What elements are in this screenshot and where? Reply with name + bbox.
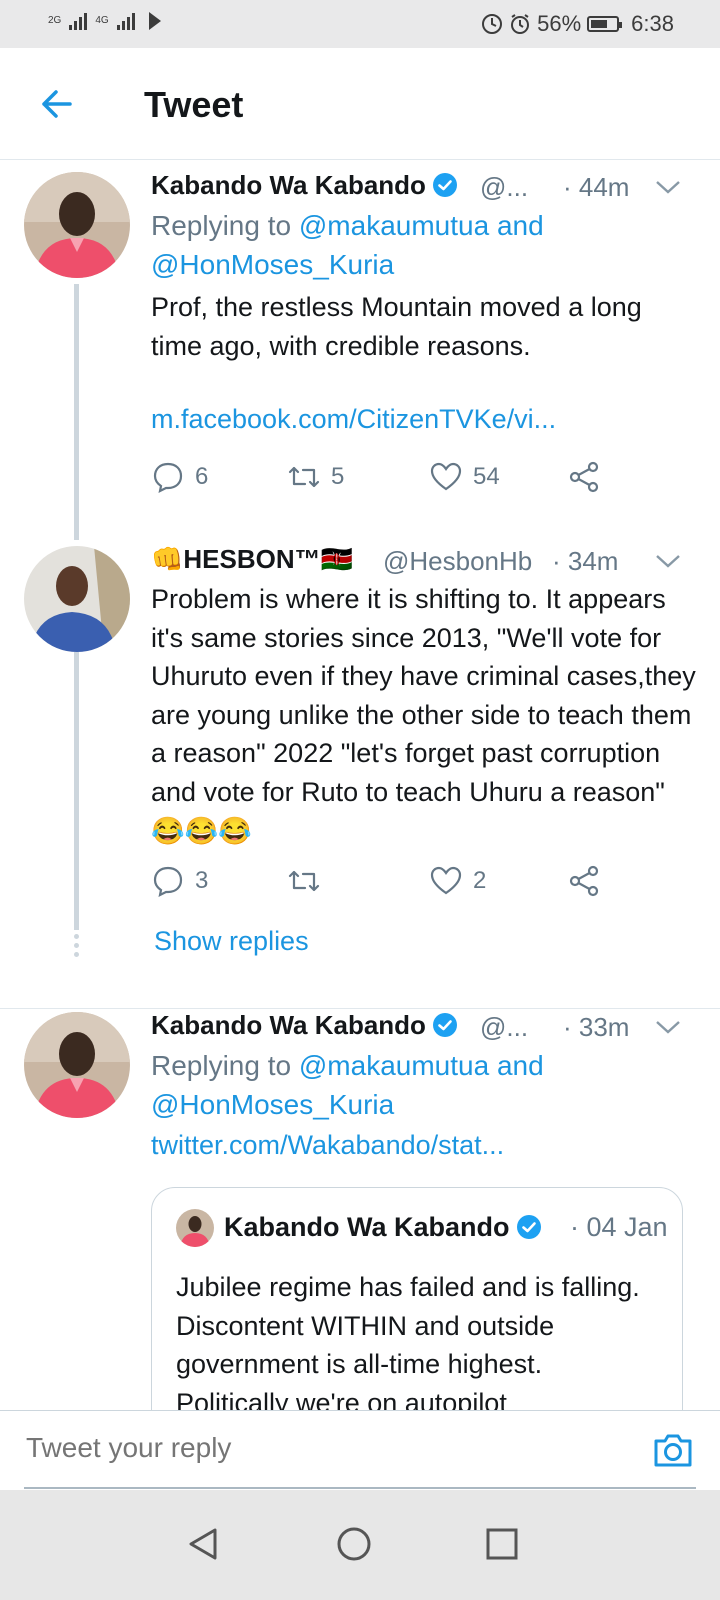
- reply-composer: [0, 1410, 720, 1491]
- share-button[interactable]: [567, 460, 601, 494]
- tweet-link[interactable]: twitter.com/Wakabando/stat...: [151, 1130, 504, 1161]
- reply-button[interactable]: 3: [151, 864, 208, 898]
- retweet-button[interactable]: 5: [287, 460, 344, 494]
- author-name[interactable]: Kabando Wa Kabando: [151, 1010, 458, 1041]
- tweet-text: Problem is where it is shifting to. It a…: [151, 584, 696, 846]
- tweet-actions: 6 5 54: [151, 460, 611, 500]
- avatar[interactable]: [24, 172, 130, 278]
- reply-icon: [153, 866, 183, 897]
- like-count: 2: [473, 867, 487, 894]
- nav-recents-icon[interactable]: [482, 1524, 522, 1564]
- alarm-icon: [511, 14, 530, 34]
- reply-count: 6: [195, 463, 209, 490]
- thread-line: [74, 284, 79, 540]
- chevron-down-icon[interactable]: [655, 179, 681, 195]
- quoted-time: · 04 Jan: [570, 1212, 668, 1242]
- share-icon: [569, 461, 599, 493]
- reply-input[interactable]: [24, 1431, 588, 1465]
- heart-icon: [430, 866, 462, 895]
- camera-icon[interactable]: [652, 1429, 694, 1471]
- author-name[interactable]: 👊HESBON™🇰🇪: [151, 544, 353, 575]
- like-count: 54: [473, 463, 500, 490]
- chevron-down-icon[interactable]: [655, 553, 681, 569]
- tweet-time: · 33m: [563, 1012, 630, 1042]
- system-nav-bar: [0, 1490, 720, 1600]
- share-icon: [569, 865, 599, 897]
- status-bar: 2G 4G 56% 6:38: [0, 0, 720, 48]
- tweet-3[interactable]: Kabando Wa Kabando @... · 33m Replying t…: [0, 1010, 720, 1410]
- verified-badge-icon: [516, 1215, 541, 1239]
- like-button[interactable]: 54: [429, 460, 500, 494]
- chevron-down-icon[interactable]: [655, 1019, 681, 1035]
- replying-to: Replying to @makaumutua and @HonMoses_Ku…: [151, 206, 671, 284]
- replying-prefix: Replying to: [151, 1050, 292, 1081]
- author-handle[interactable]: @...: [480, 172, 528, 203]
- verified-badge-icon: [432, 173, 457, 197]
- signal-icon-2: [116, 12, 135, 30]
- retweet-icon: [288, 466, 320, 488]
- tweet-time: · 44m: [563, 172, 630, 202]
- avatar[interactable]: [24, 546, 130, 652]
- tweet-feed[interactable]: Kabando Wa Kabando @... · 44m Replying t…: [0, 160, 720, 1410]
- like-button[interactable]: 2: [429, 864, 486, 898]
- avatar[interactable]: [24, 1012, 130, 1118]
- author-handle[interactable]: @...: [480, 1012, 528, 1043]
- quoted-author: Kabando Wa Kabando: [224, 1212, 542, 1243]
- replying-to: Replying to @makaumutua and @HonMoses_Ku…: [151, 1046, 671, 1124]
- data-saver-icon: [482, 14, 503, 34]
- heart-icon: [430, 462, 462, 491]
- divider: [0, 1008, 720, 1009]
- tweet-2[interactable]: 👊HESBON™🇰🇪 @HesbonHb · 34m Problem is wh…: [0, 540, 720, 990]
- thread-line: [74, 652, 79, 930]
- quoted-avatar: [176, 1209, 214, 1247]
- sim1-label: 2G: [48, 15, 62, 26]
- nav-back-icon[interactable]: [183, 1524, 223, 1564]
- tweet-link[interactable]: m.facebook.com/CitizenTVKe/vi...: [151, 404, 556, 435]
- tweet-time: · 34m: [552, 546, 619, 576]
- battery-icon: [587, 16, 623, 32]
- reply-button[interactable]: 6: [151, 460, 208, 494]
- share-button[interactable]: [567, 864, 601, 898]
- status-right: 56% 6:38: [481, 11, 674, 37]
- signal-icon: [69, 12, 88, 30]
- battery-percent: 56%: [537, 11, 582, 36]
- replying-prefix: Replying to: [151, 210, 292, 241]
- tweet-actions: 3 2: [151, 864, 611, 904]
- reply-count: 3: [195, 867, 209, 894]
- clock: 6:38: [631, 11, 674, 36]
- retweet-count: 5: [331, 463, 345, 490]
- arrow-left-icon[interactable]: [36, 84, 76, 124]
- tweet-1[interactable]: Kabando Wa Kabando @... · 44m Replying t…: [0, 160, 720, 540]
- author-handle[interactable]: @HesbonHb: [383, 546, 532, 577]
- quoted-author-name: Kabando Wa Kabando: [224, 1212, 510, 1242]
- input-underline: [24, 1487, 696, 1489]
- retweet-button[interactable]: [287, 864, 331, 898]
- verified-badge-icon: [432, 1013, 457, 1037]
- show-replies-link[interactable]: Show replies: [154, 926, 309, 957]
- app-header: Tweet: [0, 48, 720, 160]
- retweet-icon: [288, 870, 320, 892]
- tweet-text: Prof, the restless Mountain moved a long…: [151, 292, 642, 361]
- thread-dots: [74, 934, 80, 961]
- quoted-text: Jubilee regime has failed and is falling…: [176, 1272, 640, 1410]
- reply-icon: [153, 462, 183, 493]
- sim2-label: 4G: [95, 15, 109, 26]
- author-name-text: Kabando Wa Kabando: [151, 1010, 426, 1040]
- nav-home-icon[interactable]: [334, 1524, 374, 1564]
- status-left: 2G 4G: [48, 12, 161, 30]
- quoted-tweet[interactable]: Kabando Wa Kabando · 04 Jan Jubilee regi…: [151, 1187, 683, 1410]
- page-title: Tweet: [144, 84, 244, 125]
- author-name-text: Kabando Wa Kabando: [151, 170, 426, 200]
- author-name[interactable]: Kabando Wa Kabando: [151, 170, 458, 201]
- play-icon: [148, 12, 161, 30]
